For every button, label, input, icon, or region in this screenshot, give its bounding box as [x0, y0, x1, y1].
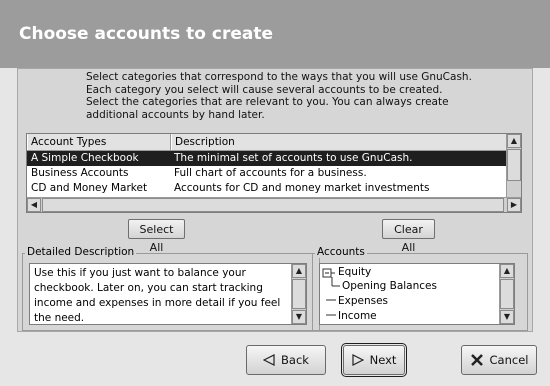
- druid-window: Choose accounts to create Select categor…: [0, 0, 550, 386]
- left-arrow-icon: [263, 354, 275, 366]
- frame-label: Detailed Description: [25, 246, 137, 258]
- row-account-type: CD and Money Market: [31, 182, 148, 194]
- row-description: Full chart of accounts for a business.: [174, 167, 367, 179]
- table-row[interactable]: A Simple Checkbook The minimal set of ac…: [27, 151, 507, 166]
- select-all-button[interactable]: Select All: [128, 219, 185, 254]
- table-row[interactable]: CD and Money Market Accounts for CD and …: [27, 181, 507, 196]
- row-description: The minimal set of accounts to use GnuCa…: [174, 152, 413, 164]
- description-scrollbar[interactable]: ▲ ▼: [291, 264, 306, 324]
- scroll-up-icon[interactable]: ▲: [292, 264, 306, 278]
- table-header: Account Types Description: [27, 134, 507, 151]
- description-textview[interactable]: Use this if you just want to balance you…: [29, 263, 307, 325]
- row-account-type: A Simple Checkbook: [31, 152, 139, 164]
- column-header-account-types[interactable]: Account Types: [27, 134, 171, 150]
- accounts-frame: Accounts Equity Opening Balances Expense…: [312, 246, 528, 331]
- row-description: Accounts for CD and money market investm…: [174, 182, 430, 194]
- scroll-up-icon[interactable]: ▲: [500, 264, 514, 278]
- vertical-scrollbar[interactable]: ▲: [506, 134, 521, 197]
- scroll-thumb[interactable]: [500, 279, 514, 309]
- description-line: checkbook. Later on, you can start track…: [34, 282, 263, 294]
- back-button[interactable]: Back: [246, 345, 326, 375]
- account-types-table[interactable]: Account Types Description A Simple Check…: [26, 133, 522, 213]
- back-label: Back: [281, 353, 309, 367]
- tree-item-expenses[interactable]: Expenses: [338, 295, 388, 307]
- title-bar: Choose accounts to create: [0, 0, 550, 68]
- table-row[interactable]: Business Accounts Full chart of accounts…: [27, 166, 507, 181]
- scroll-thumb[interactable]: [507, 149, 521, 181]
- intro-line: Select the categories that are relevant …: [86, 96, 449, 109]
- scroll-right-icon[interactable]: ▶: [507, 198, 521, 212]
- scroll-left-icon[interactable]: ◀: [27, 198, 41, 212]
- intro-line: Select categories that correspond to the…: [86, 71, 472, 83]
- accounts-tree[interactable]: Equity Opening Balances Expenses Income …: [319, 263, 515, 325]
- description-line: income and expenses in more detail if yo…: [34, 297, 281, 309]
- content-panel: Select categories that correspond to the…: [17, 68, 533, 332]
- next-label: Next: [369, 353, 397, 367]
- description-line: the need.: [34, 312, 85, 324]
- next-button[interactable]: Next: [341, 343, 407, 377]
- description-line: Use this if you just want to balance you…: [34, 267, 246, 279]
- tree-item-equity[interactable]: Equity: [338, 266, 371, 278]
- column-header-description[interactable]: Description: [171, 134, 507, 150]
- horizontal-scrollbar[interactable]: ◀ ▶: [27, 197, 521, 212]
- scroll-up-icon[interactable]: ▲: [507, 134, 521, 148]
- tree-item-opening-balances[interactable]: Opening Balances: [342, 280, 437, 292]
- cancel-label: Cancel: [489, 353, 529, 367]
- accounts-scrollbar[interactable]: ▲ ▼: [499, 264, 514, 324]
- row-account-type: Business Accounts: [31, 167, 129, 179]
- description-text: Use this if you just want to balance you…: [34, 266, 294, 326]
- x-cancel-icon: [470, 354, 483, 366]
- intro-text: Select categories that correspond to the…: [86, 71, 516, 121]
- table-body: A Simple Checkbook The minimal set of ac…: [27, 151, 507, 196]
- frame-label: Accounts: [315, 246, 367, 258]
- right-arrow-icon: [351, 354, 364, 366]
- scroll-thumb[interactable]: [292, 279, 306, 309]
- intro-line: additional accounts by hand later.: [86, 108, 265, 121]
- page-title: Choose accounts to create: [19, 24, 274, 44]
- intro-line: Each category you select will cause seve…: [86, 83, 443, 96]
- clear-all-button[interactable]: Clear All: [382, 219, 435, 254]
- detailed-description-frame: Detailed Description Use this if you jus…: [22, 246, 320, 331]
- scroll-thumb[interactable]: [42, 198, 504, 212]
- tree-item-income[interactable]: Income: [338, 310, 377, 322]
- scroll-down-icon[interactable]: ▼: [292, 310, 306, 324]
- scroll-down-icon[interactable]: ▼: [500, 310, 514, 324]
- cancel-button[interactable]: Cancel: [461, 345, 537, 375]
